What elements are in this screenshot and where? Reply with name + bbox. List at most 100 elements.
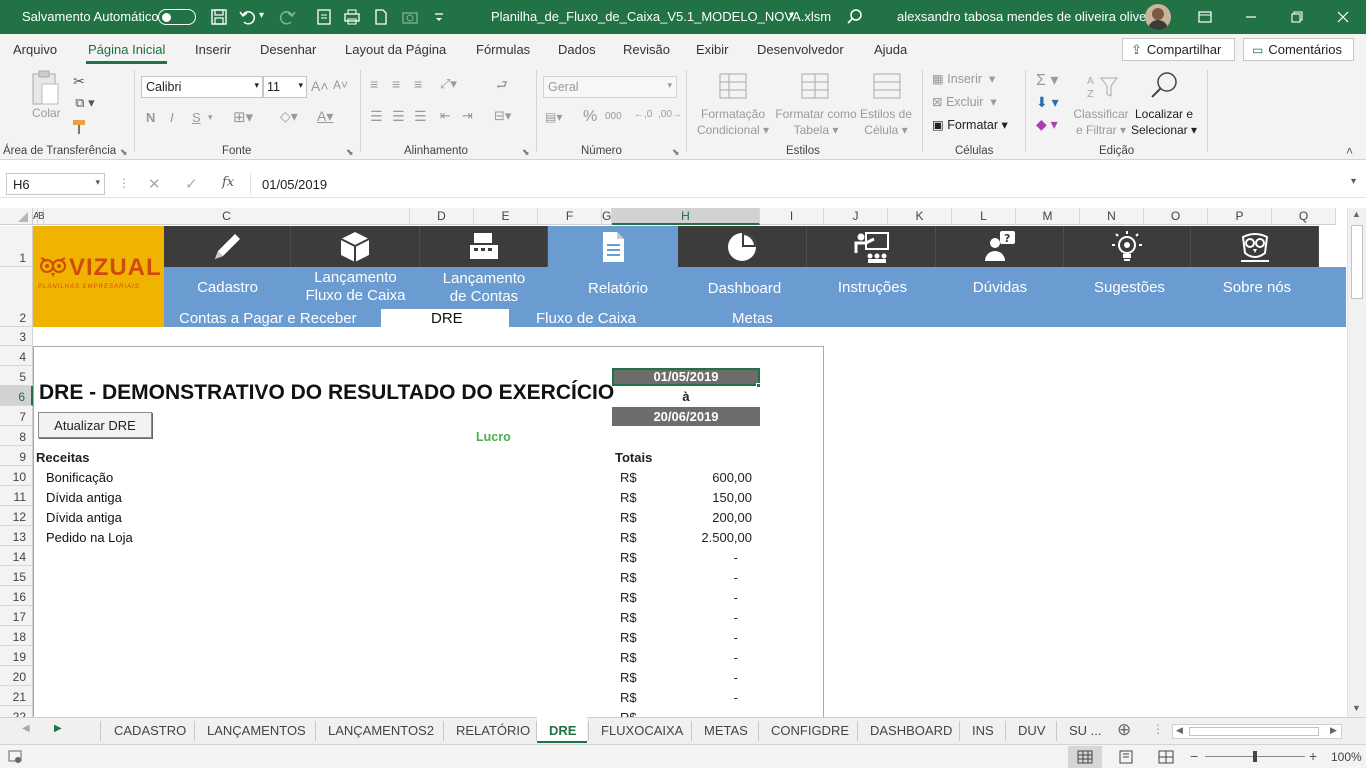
restore-icon[interactable] bbox=[1289, 9, 1305, 25]
autosave-toggle[interactable] bbox=[158, 9, 196, 25]
wrap-text-icon[interactable]: ⮐ bbox=[496, 76, 508, 98]
sheet-tab[interactable]: LANÇAMENTOS2 bbox=[328, 723, 434, 738]
nav-icon-instrucoes[interactable] bbox=[807, 226, 936, 267]
undo-dropdown-icon[interactable]: ▾ bbox=[259, 10, 264, 21]
column-header[interactable]: G bbox=[602, 208, 612, 225]
tab-desenhar[interactable]: Desenhar bbox=[260, 42, 316, 57]
nav-instrucoes[interactable]: Instruções bbox=[808, 279, 937, 297]
nav-duvidas[interactable]: Dúvidas bbox=[936, 279, 1064, 297]
nav-dashboard[interactable]: Dashboard bbox=[680, 280, 809, 298]
row-header[interactable]: 5 bbox=[0, 366, 33, 386]
minimize-icon[interactable] bbox=[1243, 9, 1259, 25]
italic-button[interactable]: I bbox=[170, 110, 174, 125]
autosum-icon[interactable]: Σ ▾ bbox=[1036, 70, 1058, 90]
fill-handle[interactable] bbox=[756, 383, 761, 388]
sheet-tab[interactable]: LANÇAMENTOS bbox=[207, 723, 306, 738]
conditional-format-button[interactable]: Formatação Condicional ▾ bbox=[696, 106, 770, 138]
scroll-right-icon[interactable]: ▶ bbox=[1330, 725, 1337, 736]
expand-formula-icon[interactable]: ▾ bbox=[1351, 176, 1356, 187]
search-icon[interactable] bbox=[846, 8, 864, 26]
row-header[interactable]: 3 bbox=[0, 327, 33, 346]
update-dre-button[interactable]: Atualizar DRE bbox=[38, 412, 152, 438]
column-header[interactable]: F bbox=[538, 208, 602, 225]
page-layout-icon[interactable] bbox=[1118, 750, 1134, 764]
name-box[interactable]: H6 ▾ bbox=[6, 173, 105, 195]
sheet-tab[interactable]: RELATÓRIO bbox=[456, 723, 530, 738]
worksheet-grid[interactable]: ABCDEFGHIJKLMNOPQ 1 2 3 4 5 6 7 8 9 10 11 12 13 14 15 1… bbox=[0, 208, 1346, 717]
fill-color-icon[interactable]: ◇▾ bbox=[280, 108, 298, 125]
row-header[interactable]: 2 bbox=[0, 267, 33, 327]
paste-button[interactable]: Colar bbox=[28, 70, 68, 122]
align-top-icon[interactable]: ≡ bbox=[370, 76, 378, 92]
sheet-tab[interactable]: DRE bbox=[549, 723, 576, 738]
align-bottom-icon[interactable]: ≡ bbox=[414, 76, 422, 92]
nav-icon-sugestoes[interactable] bbox=[1064, 226, 1191, 267]
tab-inserir[interactable]: Inserir bbox=[195, 42, 231, 57]
row-header[interactable]: 15 bbox=[0, 566, 33, 586]
zoom-in-icon[interactable]: + bbox=[1309, 748, 1317, 764]
sheet-tab[interactable]: INS bbox=[972, 723, 994, 738]
column-header[interactable]: C bbox=[44, 208, 410, 225]
row-header[interactable]: 16 bbox=[0, 586, 33, 606]
ribbon-display-icon[interactable] bbox=[1197, 9, 1213, 25]
sheet-tab[interactable]: CONFIGDRE bbox=[771, 723, 849, 738]
normal-view-icon[interactable] bbox=[1077, 750, 1093, 764]
confirm-entry-icon[interactable]: ✓ bbox=[185, 175, 198, 193]
row-header[interactable]: 1 bbox=[0, 226, 33, 267]
row-header[interactable]: 17 bbox=[0, 606, 33, 626]
user-name[interactable]: alexsandro tabosa mendes de oliveira oli… bbox=[897, 9, 1161, 24]
column-header[interactable]: J bbox=[824, 208, 888, 225]
row-header[interactable]: 18 bbox=[0, 626, 33, 646]
dialog-launcher-icon[interactable]: ⬊ bbox=[346, 147, 354, 158]
font-name-select[interactable]: Calibri ▾ bbox=[141, 76, 263, 98]
form-icon[interactable] bbox=[315, 8, 333, 26]
file-name[interactable]: Planilha_de_Fluxo_de_Caixa_V5.1_MODELO_N… bbox=[491, 9, 831, 24]
column-header[interactable]: M bbox=[1016, 208, 1080, 225]
row-header[interactable]: 20 bbox=[0, 666, 33, 686]
dialog-launcher-icon[interactable]: ⬊ bbox=[522, 147, 530, 158]
orientation-icon[interactable]: ⤢▾ bbox=[440, 76, 457, 92]
date-start-cell[interactable]: 01/05/2019 bbox=[612, 368, 760, 386]
scroll-thumb[interactable] bbox=[1351, 225, 1363, 299]
nav-lancamento-fluxo[interactable]: Lançamento Fluxo de Caixa bbox=[291, 269, 420, 305]
cut-icon[interactable]: ✂ bbox=[70, 72, 88, 90]
align-right-icon[interactable]: ☰ bbox=[414, 108, 427, 125]
row-header[interactable]: 14 bbox=[0, 546, 33, 566]
nav-icon-dashboard[interactable] bbox=[678, 226, 807, 267]
scroll-up-icon[interactable]: ▲ bbox=[1352, 209, 1361, 219]
nav-icon-lancamento-fluxo[interactable] bbox=[291, 226, 420, 267]
new-file-icon[interactable] bbox=[372, 8, 390, 26]
hscroll-thumb[interactable] bbox=[1189, 727, 1319, 736]
nav-icon-duvidas[interactable]: ? bbox=[936, 226, 1064, 267]
align-center-icon[interactable]: ☰ bbox=[392, 108, 405, 125]
avatar[interactable] bbox=[1145, 4, 1171, 30]
tab-desenvolvedor[interactable]: Desenvolvedor bbox=[757, 42, 844, 57]
nav-icon-cadastro[interactable] bbox=[164, 226, 291, 267]
page-break-icon[interactable] bbox=[1158, 750, 1174, 764]
macro-record-icon[interactable] bbox=[8, 750, 22, 764]
zoom-level[interactable]: 100% bbox=[1331, 750, 1362, 764]
column-header[interactable]: O bbox=[1144, 208, 1208, 225]
filename-dropdown-icon[interactable]: ▾ bbox=[789, 10, 794, 21]
tab-revisao[interactable]: Revisão bbox=[623, 42, 670, 57]
format-painter-icon[interactable] bbox=[70, 118, 88, 136]
column-header[interactable]: H bbox=[612, 208, 760, 225]
row-header[interactable]: 6 bbox=[0, 386, 33, 406]
clear-icon[interactable]: ◆ ▾ bbox=[1036, 116, 1058, 133]
nav-icon-lancamento-contas[interactable] bbox=[420, 226, 548, 267]
row-header[interactable]: 12 bbox=[0, 506, 33, 526]
row-header[interactable]: 22 bbox=[0, 706, 33, 717]
collapse-ribbon-icon[interactable]: ˄ bbox=[1346, 144, 1353, 158]
decrease-indent-icon[interactable]: ⇤ bbox=[440, 108, 451, 124]
delete-cells-button[interactable]: ⊠ Excluir ▾ bbox=[932, 94, 997, 109]
column-header[interactable]: I bbox=[760, 208, 824, 225]
date-end-cell[interactable]: 20/06/2019 bbox=[612, 407, 760, 426]
sort-filter-button[interactable]: Classificar e Filtrar ▾ bbox=[1070, 106, 1132, 138]
dialog-launcher-icon[interactable]: ⬊ bbox=[672, 147, 680, 158]
comments-button[interactable]: ▭ Comentários bbox=[1243, 38, 1354, 61]
sheet-tab[interactable]: DASHBOARD bbox=[870, 723, 952, 738]
add-sheet-icon[interactable]: ⊕ bbox=[1117, 720, 1131, 740]
camera-icon[interactable] bbox=[401, 8, 419, 26]
align-left-icon[interactable]: ☰ bbox=[370, 108, 383, 125]
nav-sobre[interactable]: Sobre nós bbox=[1193, 279, 1321, 297]
